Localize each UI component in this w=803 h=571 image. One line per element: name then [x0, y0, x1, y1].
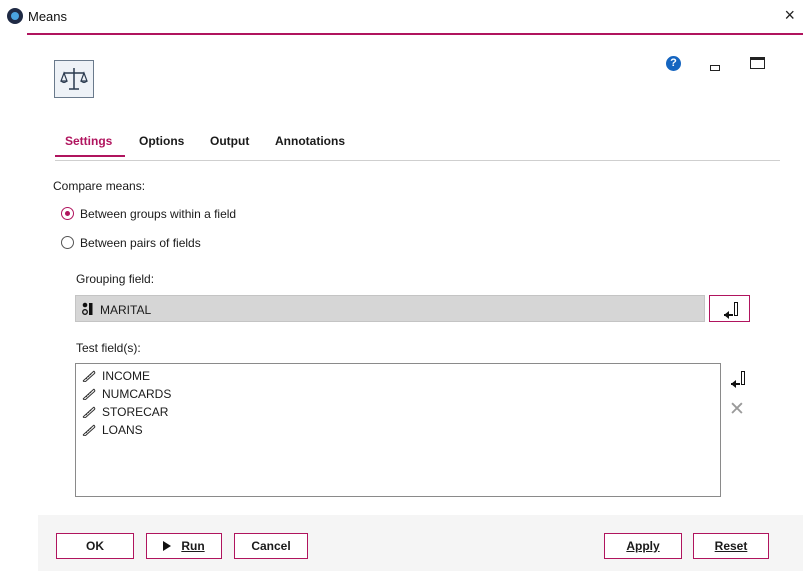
radio-button-unchecked[interactable]	[61, 236, 74, 249]
title-bar: Means ×	[0, 0, 803, 34]
apply-button-label: Apply	[626, 539, 660, 553]
apply-button[interactable]: Apply	[604, 533, 682, 559]
spss-modeler-icon	[7, 8, 23, 24]
cancel-button[interactable]: Cancel	[234, 533, 308, 559]
test-fields-list[interactable]: INCOME NUMCARDS STORECAR LOANS	[75, 363, 721, 497]
compare-means-label: Compare means:	[53, 179, 146, 193]
test-fields-label: Test field(s):	[76, 341, 141, 355]
reset-button-label: Reset	[714, 539, 748, 553]
ok-button[interactable]: OK	[56, 533, 134, 559]
grouping-field-input[interactable]: MARITAL	[75, 295, 705, 322]
field-name: INCOME	[102, 369, 150, 383]
run-button-label: Run	[181, 539, 205, 553]
field-name: STORECAR	[102, 405, 169, 419]
field-name: NUMCARDS	[102, 387, 172, 401]
maximize-icon[interactable]	[750, 57, 765, 69]
grouping-field-value: MARITAL	[100, 303, 152, 317]
continuous-field-icon	[82, 424, 96, 436]
remove-field-icon[interactable]: ✕	[729, 400, 745, 419]
continuous-field-icon	[82, 406, 96, 418]
select-test-fields-button[interactable]	[731, 371, 747, 388]
radio-button-checked[interactable]	[61, 207, 74, 220]
continuous-field-icon	[82, 370, 96, 382]
radio-label: Between pairs of fields	[80, 236, 201, 250]
field-picker-icon	[731, 371, 745, 388]
play-icon	[163, 541, 172, 551]
tab-output[interactable]: Output	[210, 134, 249, 148]
tab-annotations[interactable]: Annotations	[275, 134, 345, 148]
balance-scale-icon	[54, 60, 94, 98]
tab-settings[interactable]: Settings	[65, 134, 112, 148]
field-name: LOANS	[102, 423, 143, 437]
field-picker-icon	[724, 302, 738, 319]
radio-label: Between groups within a field	[80, 207, 237, 221]
accent-divider	[27, 33, 803, 35]
reset-button[interactable]: Reset	[693, 533, 769, 559]
close-button[interactable]: ×	[784, 6, 795, 24]
minimize-icon[interactable]	[710, 65, 720, 71]
select-grouping-field-button[interactable]	[709, 295, 750, 322]
continuous-field-icon	[82, 388, 96, 400]
nominal-field-icon	[82, 302, 93, 315]
active-tab-indicator	[55, 155, 125, 157]
grouping-field-label: Grouping field:	[76, 272, 155, 286]
window-title: Means	[28, 9, 68, 24]
tab-divider	[55, 160, 780, 161]
tab-options[interactable]: Options	[139, 134, 184, 148]
help-icon[interactable]: ?	[666, 56, 681, 71]
run-button[interactable]: Run	[146, 533, 222, 559]
